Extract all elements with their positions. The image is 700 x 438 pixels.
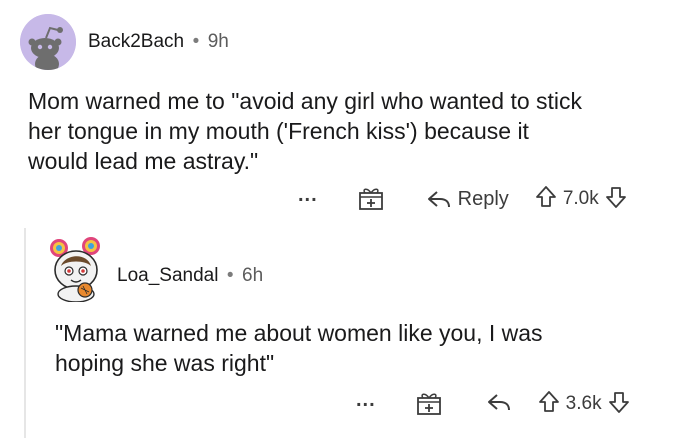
separator-dot: •: [192, 31, 200, 52]
comment-header: Back2Bach • 9h: [88, 31, 229, 53]
award-button[interactable]: [414, 387, 444, 422]
comment-line: would lead me astray.": [28, 148, 259, 174]
reply-button[interactable]: Reply: [426, 187, 509, 211]
upvote-arrow-icon: [538, 390, 559, 412]
vote-score: 7.0k: [562, 188, 599, 209]
username[interactable]: Loa_Sandal: [117, 265, 218, 286]
comment-body: "Mama warned me about women like you, I …: [55, 318, 685, 378]
award-button[interactable]: [356, 182, 386, 217]
upvote-button[interactable]: [538, 390, 560, 419]
avatar[interactable]: [47, 236, 105, 303]
reply-arrow-icon: [487, 393, 510, 410]
reddit-snoo-avatar-icon: [20, 14, 76, 70]
comment-line: her tongue in my mouth ('French kiss') b…: [28, 118, 529, 144]
timestamp: 9h: [207, 31, 229, 52]
upvote-arrow-icon: [535, 185, 556, 207]
comment-header: Loa_Sandal • 6h: [117, 265, 263, 287]
reply-button[interactable]: [486, 390, 512, 419]
thread-line[interactable]: [24, 228, 26, 438]
username[interactable]: Back2Bach: [88, 31, 184, 52]
cartoon-user-avatar-icon: [50, 237, 100, 303]
timestamp: 6h: [242, 265, 264, 286]
comment-line: Mom warned me to "avoid any girl who wan…: [28, 88, 583, 114]
upvote-button[interactable]: [535, 185, 557, 214]
comment-actions: ... Reply 7.0k: [298, 182, 627, 216]
comment-actions: ... 3.6k: [356, 387, 630, 421]
reply-label: Reply: [457, 187, 509, 210]
gift-award-icon: [358, 188, 383, 210]
downvote-button[interactable]: [605, 185, 627, 214]
reply-arrow-icon: [427, 191, 450, 208]
separator-dot: •: [226, 265, 234, 286]
comment-line: hoping she was right": [55, 350, 275, 376]
comment-line: "Mama warned me about women like you, I …: [55, 320, 543, 346]
more-options-button[interactable]: ...: [298, 185, 318, 205]
downvote-arrow-icon: [605, 186, 626, 208]
more-options-button[interactable]: ...: [356, 390, 376, 410]
downvote-arrow-icon: [608, 391, 629, 413]
downvote-button[interactable]: [608, 390, 630, 419]
vote-score: 3.6k: [565, 393, 602, 414]
avatar[interactable]: [20, 14, 76, 70]
gift-award-icon: [416, 393, 441, 415]
comment-body: Mom warned me to "avoid any girl who wan…: [28, 86, 688, 176]
